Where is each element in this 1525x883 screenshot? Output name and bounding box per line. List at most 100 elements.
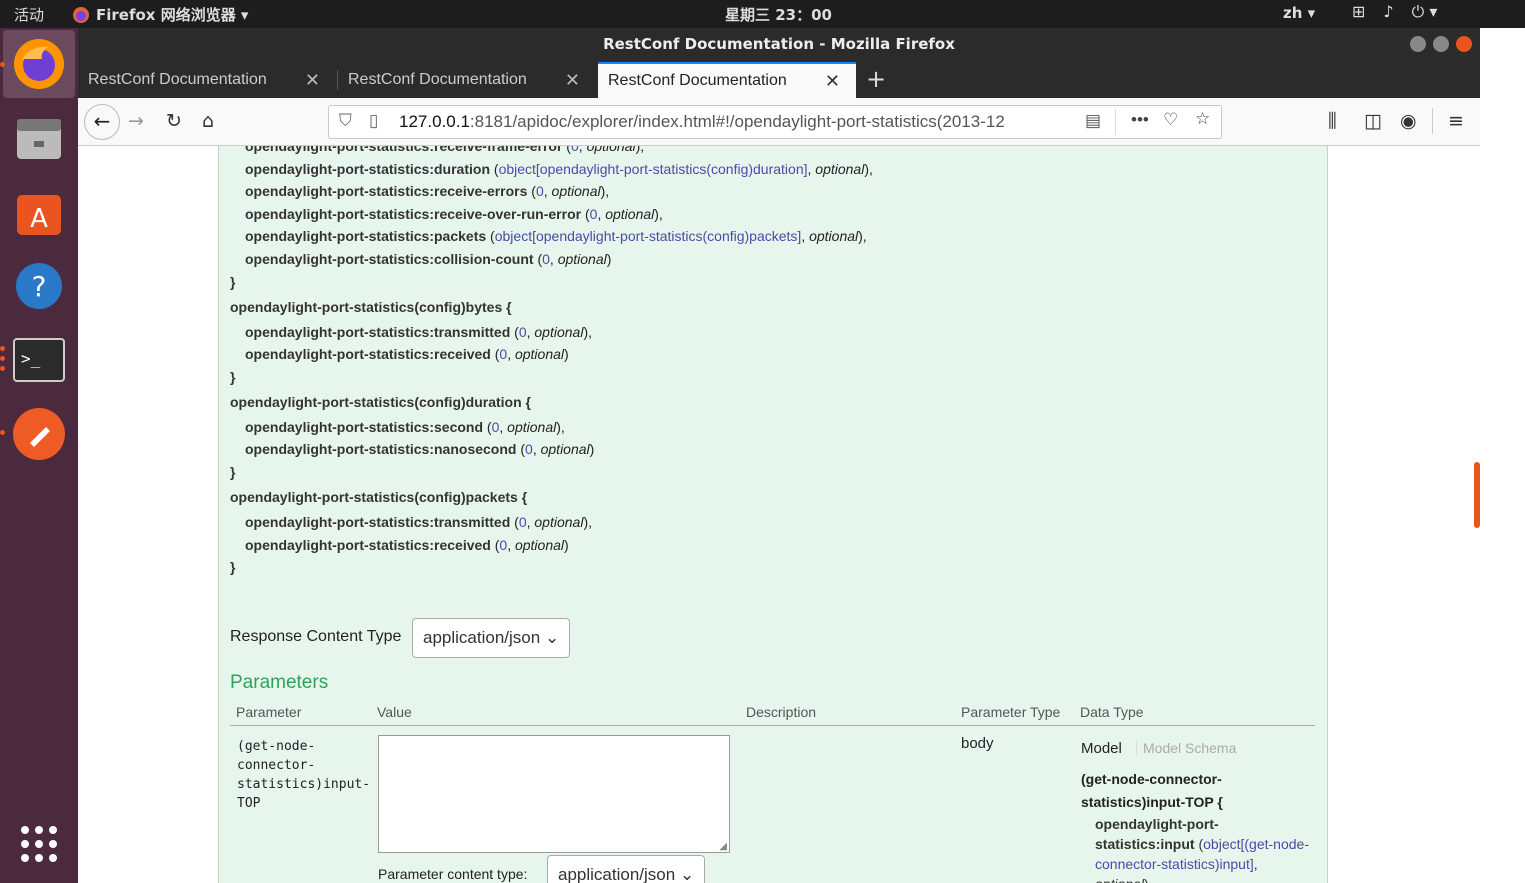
parameter-value-textarea[interactable]: ◢ [378, 735, 730, 853]
optional-flag: optional [586, 146, 636, 154]
comma: , [499, 418, 508, 435]
close-tab-icon[interactable]: ✕ [825, 64, 840, 98]
account-icon[interactable]: ◉ [1400, 110, 1417, 132]
menu-icon[interactable]: ≡ [1448, 110, 1464, 132]
close-window-button[interactable] [1456, 36, 1472, 52]
model-tab[interactable]: Model [1081, 740, 1122, 757]
pocket-icon[interactable]: ♡ [1163, 110, 1178, 130]
data-type-model-body: opendaylight-port-statistics:input (obje… [1095, 814, 1315, 883]
dock-firefox[interactable] [3, 30, 75, 98]
dock-files[interactable] [3, 104, 75, 172]
page-scrollbar[interactable] [1474, 462, 1480, 528]
model-line: } [230, 369, 235, 385]
parameter-content-type-select[interactable]: application/json ⌄ [547, 855, 706, 883]
paren: ( [533, 251, 543, 267]
postman-icon [13, 408, 65, 460]
close-paren: ), [583, 514, 592, 530]
url-text[interactable]: 127.0.0.1:8181/apidoc/explorer/index.htm… [399, 112, 1089, 132]
running-indicator [0, 366, 5, 371]
page-info-icon[interactable]: ▯ [369, 111, 378, 131]
tab-3-active[interactable]: RestConf Documentation ✕ [598, 62, 856, 98]
col-parameter-type: Parameter Type [961, 704, 1061, 720]
software-center-icon: A [17, 195, 61, 235]
svg-text:?: ? [32, 270, 47, 303]
new-tab-button[interactable]: + [866, 62, 886, 96]
reload-button[interactable]: ↻ [166, 110, 182, 132]
dock-show-apps[interactable] [3, 810, 75, 878]
model-type-link[interactable]: 0 [536, 183, 544, 199]
dock-postman[interactable] [3, 400, 75, 468]
url-host: 127.0.0.1 [399, 112, 470, 131]
close-paren: ), [600, 183, 610, 200]
model-type-link[interactable]: object[opendaylight-port-statistics(conf… [495, 228, 802, 244]
app-menu[interactable]: Firefox 网络浏览器 ▾ [72, 4, 248, 25]
volume-icon: ♪ [1383, 2, 1394, 21]
optional-flag: optional [540, 441, 590, 458]
tab-2[interactable]: RestConf Documentation ✕ [338, 62, 596, 98]
maximize-button[interactable] [1433, 36, 1449, 52]
close-paren: ), [654, 205, 663, 222]
model-type-link[interactable]: 0 [571, 146, 579, 154]
bookmark-star-icon[interactable]: ☆ [1195, 109, 1210, 129]
model-field-name: opendaylight-port-statistics:packets [245, 228, 487, 245]
model-field-name: } [230, 559, 236, 576]
app-menu-label: Firefox 网络浏览器 ▾ [96, 6, 249, 24]
tab-1[interactable]: RestConf Documentation ✕ [78, 62, 336, 98]
sidebar-icon[interactable]: ◫ [1364, 110, 1382, 132]
back-button[interactable]: ← [84, 104, 120, 140]
close-paren: ) [606, 251, 612, 267]
shield-icon[interactable]: ⛉ [339, 111, 352, 131]
terminal-icon: >_ [13, 338, 65, 382]
help-icon: ? [16, 263, 62, 309]
model-type-link[interactable]: 0 [542, 251, 550, 267]
close-tab-icon[interactable]: ✕ [565, 62, 580, 98]
launcher-dock: A ? >_ [0, 28, 78, 883]
minimize-button[interactable] [1410, 36, 1426, 52]
tab-label: RestConf Documentation [88, 71, 267, 88]
page-actions-icon[interactable]: ••• [1131, 110, 1149, 130]
dock-terminal[interactable]: >_ [3, 326, 75, 394]
reader-view-icon[interactable]: ▤ [1085, 111, 1101, 131]
response-content-type: Response Content Type [230, 628, 401, 646]
model-line: opendaylight-port-statistics:receive-err… [245, 183, 609, 199]
model-field-name: } [230, 368, 236, 385]
optional-flag: optional [605, 205, 655, 222]
parameter-type: body [961, 735, 994, 752]
firefox-icon [14, 39, 64, 89]
select-value: application/json [423, 628, 541, 647]
parameter-name: (get-node- connector- statistics)input- … [237, 737, 370, 813]
close-paren: ), [858, 228, 867, 245]
dock-software[interactable]: A [3, 178, 75, 246]
model-type-link[interactable]: object[opendaylight-port-statistics(conf… [499, 161, 808, 177]
activities-button[interactable]: 活动 [14, 4, 44, 25]
clock[interactable]: 星期三 23：00 [725, 4, 832, 25]
system-tray[interactable]: ⊞ ♪ ⏻ ▾ [1352, 2, 1437, 22]
model-line: opendaylight-port-statistics:received (0… [245, 346, 569, 362]
model-type-link[interactable]: 0 [519, 514, 527, 530]
close-tab-icon[interactable]: ✕ [305, 62, 320, 98]
optional-flag: optional [809, 228, 859, 245]
response-content-type-select[interactable]: application/json ⌄ [412, 618, 571, 658]
running-indicator [0, 430, 5, 435]
close-paren: ) [564, 536, 569, 553]
language-indicator[interactable]: zh ▾ [1283, 4, 1315, 22]
library-icon[interactable]: ⫼ [1328, 110, 1337, 132]
model-type-link[interactable]: 0 [525, 441, 533, 457]
response-content-type-label: Response Content Type [230, 628, 402, 645]
model-type-link[interactable]: 0 [519, 324, 527, 340]
home-button[interactable]: ⌂ [202, 110, 214, 132]
tab-strip: RestConf Documentation ✕ RestConf Documen… [78, 62, 1480, 98]
optional-flag: optional [551, 183, 601, 200]
resize-handle-icon[interactable]: ◢ [719, 841, 727, 852]
paren: ( [510, 514, 519, 530]
page-content: opendaylight-port-statistics:receive-fra… [78, 146, 1480, 883]
model-field-name: opendaylight-port-statistics:receive-err… [245, 183, 528, 200]
forward-button[interactable]: → [128, 110, 144, 132]
parameter-name-line: statistics)input- [237, 777, 371, 792]
url-path: :8181/apidoc/explorer/index.html#!/opend… [469, 112, 1005, 131]
comma: , [801, 228, 810, 245]
dock-help[interactable]: ? [3, 252, 75, 320]
model-schema-tab[interactable]: Model Schema [1136, 740, 1236, 756]
power-icon: ⏻ ▾ [1411, 2, 1438, 21]
url-bar[interactable]: ⛉ ▯ 127.0.0.1:8181/apidoc/explorer/index… [328, 105, 1222, 139]
